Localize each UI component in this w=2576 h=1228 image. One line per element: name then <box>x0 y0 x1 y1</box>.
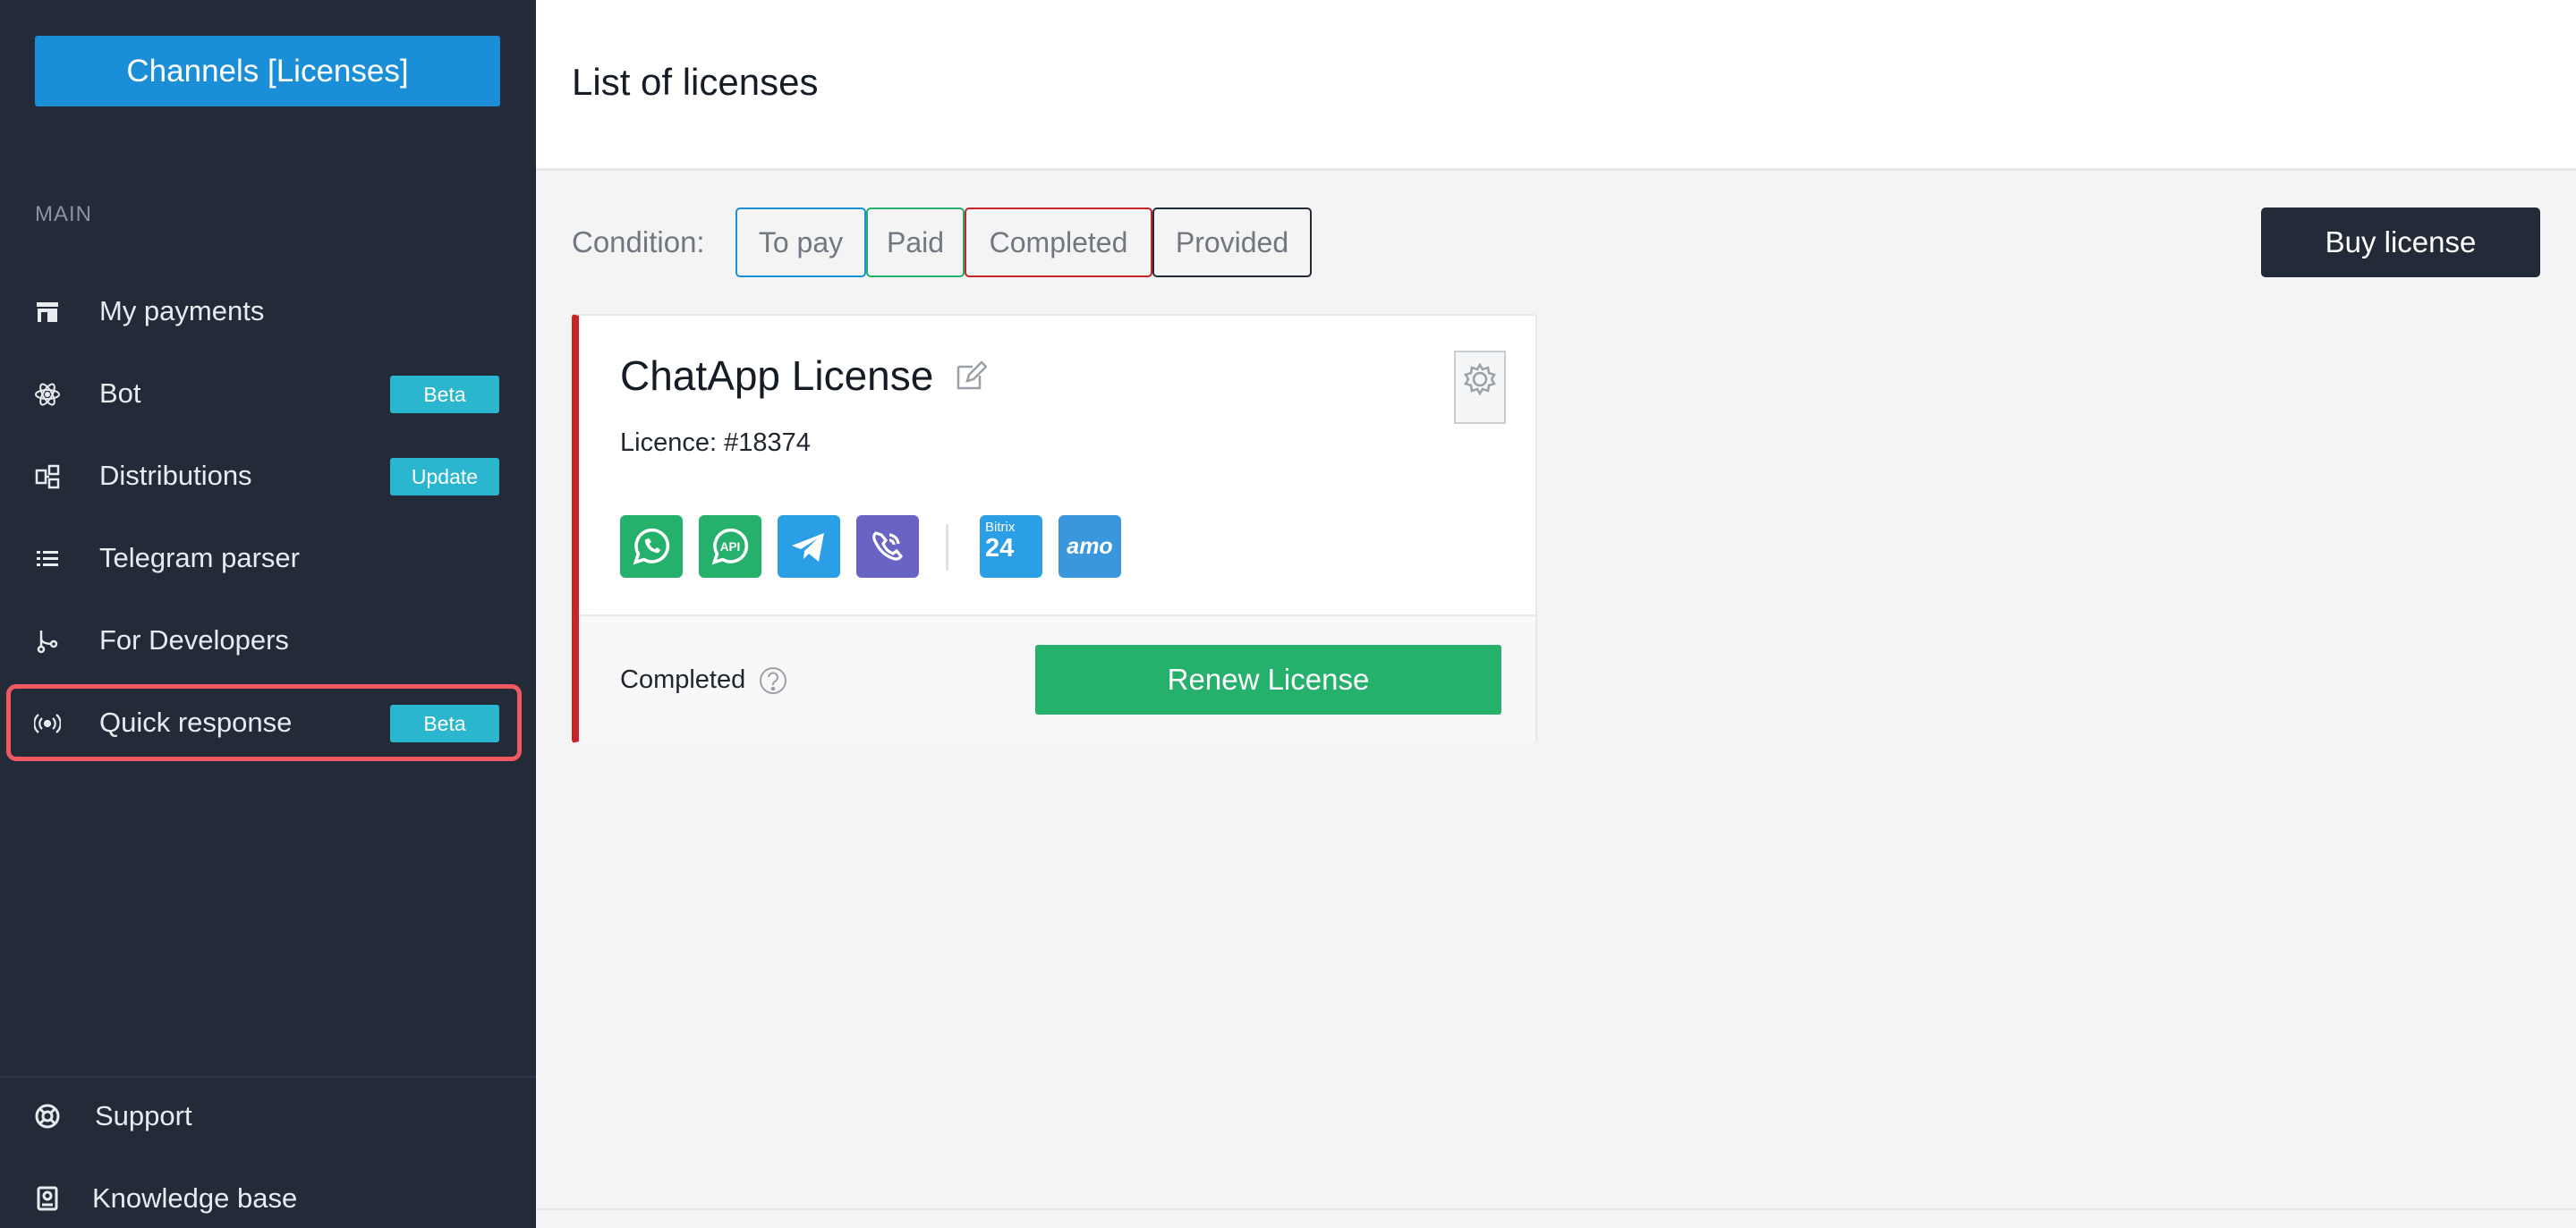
update-badge: Update <box>390 458 499 495</box>
store-icon <box>37 302 58 322</box>
renew-license-button[interactable]: Renew License <box>1035 645 1501 715</box>
channel-separator <box>946 524 948 571</box>
telegram-icon[interactable] <box>778 515 840 578</box>
sidebar-item-label: Telegram parser <box>99 542 300 573</box>
sidebar-item-label: My payments <box>99 295 265 326</box>
svg-text:API: API <box>720 540 741 554</box>
sidebar-divider <box>0 1076 536 1078</box>
sidebar-item-support[interactable]: Support <box>0 1085 536 1148</box>
sidebar-item-label: Quick response <box>99 707 293 738</box>
beta-badge: Beta <box>390 376 499 413</box>
license-title: ChatApp License <box>620 352 934 399</box>
sidebar-item-label: For Developers <box>99 624 289 656</box>
license-card: ChatApp License Licence: #18374 API Bitr… <box>572 314 1537 743</box>
sidebar-item-bot[interactable]: Bot Beta <box>9 358 519 429</box>
list-icon <box>37 551 58 566</box>
filter-to-pay[interactable]: To pay <box>735 207 866 277</box>
content-bottom-border <box>536 1208 2576 1210</box>
filter-provided[interactable]: Provided <box>1152 207 1312 277</box>
lifebuoy-icon <box>35 1104 60 1129</box>
book-icon <box>37 1186 58 1211</box>
whatsapp-api-icon[interactable]: API <box>699 515 761 578</box>
beta-badge: Beta <box>390 705 499 742</box>
amo-label: amo <box>1067 533 1113 559</box>
sidebar-item-distributions[interactable]: Distributions Update <box>9 440 519 512</box>
sidebar-item-telegram-parser[interactable]: Telegram parser <box>9 522 519 594</box>
section-label-main: MAIN <box>35 202 92 226</box>
license-status: Completed <box>620 665 746 694</box>
whatsapp-icon[interactable] <box>620 515 683 578</box>
edit-icon[interactable] <box>955 360 987 392</box>
sidebar-item-quick-response[interactable]: Quick response Beta <box>6 684 522 761</box>
sidebar-item-label: Distributions <box>99 460 252 491</box>
page-title: List of licenses <box>572 61 819 103</box>
distribution-icon <box>35 464 60 489</box>
viber-icon[interactable] <box>856 515 919 578</box>
page-header: List of licenses <box>536 0 2576 171</box>
bitrix-number: 24 <box>985 534 1015 563</box>
sidebar-item-label: Support <box>95 1100 192 1131</box>
help-icon[interactable] <box>758 665 788 696</box>
sidebar-item-for-developers[interactable]: For Developers <box>9 605 519 676</box>
bitrix-label: Bitrix <box>985 520 1016 535</box>
channels-licenses-button[interactable]: Channels [Licenses] <box>35 36 500 106</box>
filter-paid[interactable]: Paid <box>866 207 965 277</box>
gear-icon <box>1464 362 1496 396</box>
license-settings-button[interactable] <box>1454 351 1506 424</box>
amocrm-icon[interactable]: amo <box>1058 515 1121 578</box>
sidebar-item-knowledge-base[interactable]: Knowledge base <box>0 1167 536 1228</box>
branch-icon <box>37 631 58 654</box>
bitrix24-icon[interactable]: Bitrix 24 <box>980 515 1042 578</box>
broadcast-icon <box>34 714 61 733</box>
atom-icon <box>35 383 60 406</box>
sidebar-item-label: Bot <box>99 377 141 409</box>
condition-label: Condition: <box>572 225 705 258</box>
sidebar: Channels [Licenses] MAIN My payments Bot… <box>0 0 536 1228</box>
licence-number: Licence: #18374 <box>620 428 811 457</box>
license-card-footer: Completed Renew License <box>579 614 1535 743</box>
sidebar-item-my-payments[interactable]: My payments <box>9 275 519 347</box>
sidebar-item-label: Knowledge base <box>92 1182 298 1214</box>
filter-completed[interactable]: Completed <box>965 207 1152 277</box>
buy-license-button[interactable]: Buy license <box>2261 207 2540 277</box>
